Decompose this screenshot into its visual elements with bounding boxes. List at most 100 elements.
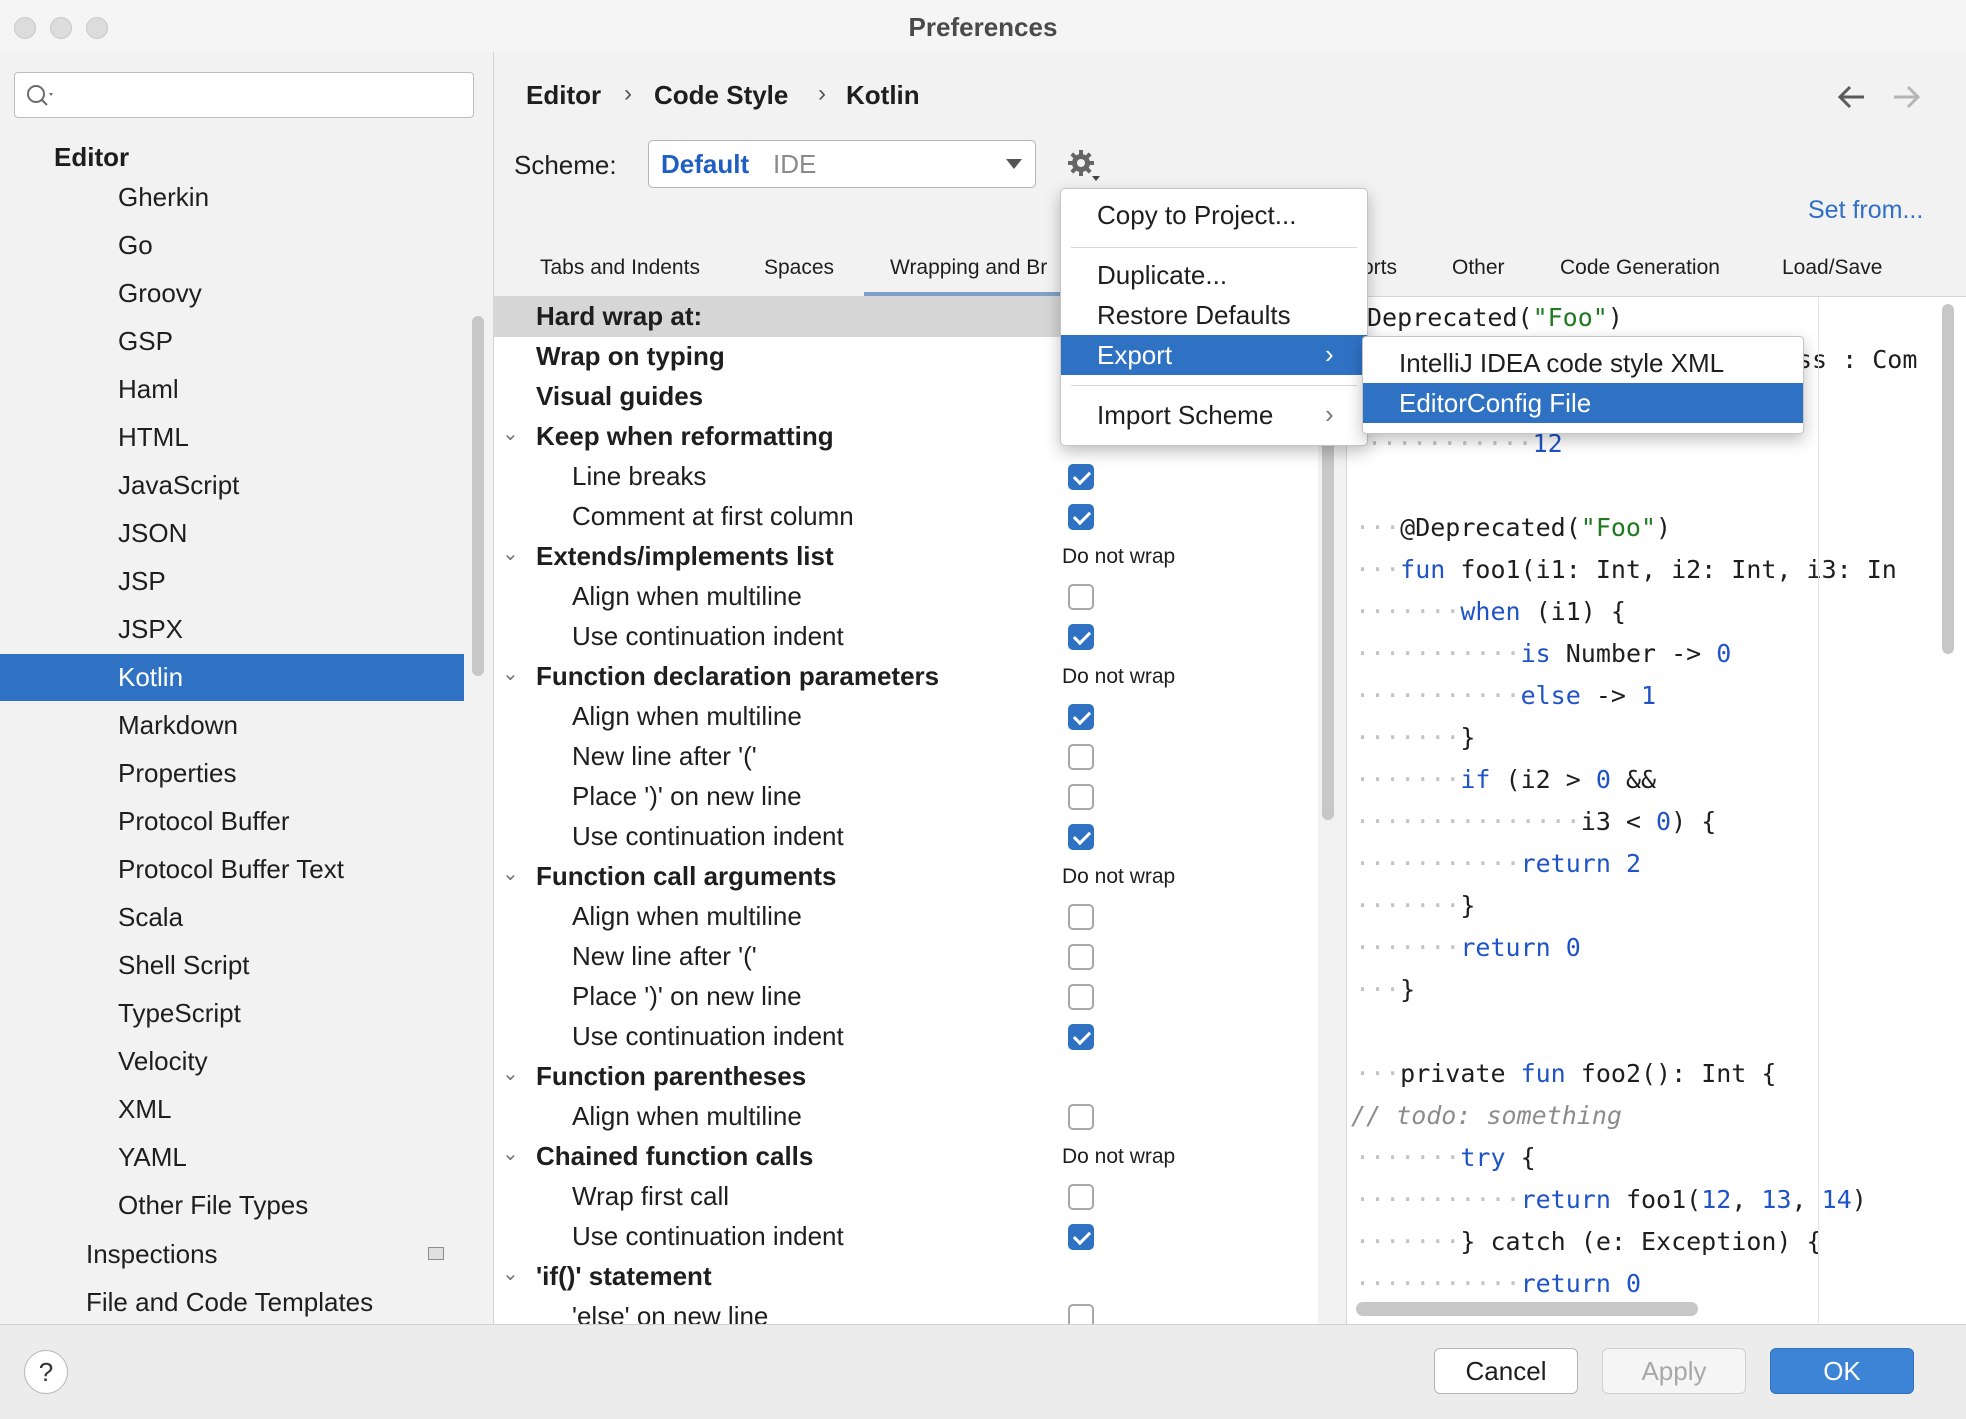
help-button[interactable]: ? [24, 1350, 68, 1394]
sidebar-item-haml[interactable]: Haml [0, 366, 464, 413]
settings-row[interactable]: 'else' on new line [494, 1297, 1318, 1324]
setting-checkbox[interactable] [1068, 944, 1094, 970]
sidebar-item-html[interactable]: HTML [0, 414, 464, 461]
sidebar-item-xml[interactable]: XML [0, 1086, 464, 1133]
settings-row[interactable]: Use continuation indent [494, 617, 1318, 657]
menu-item-copy-to-project[interactable]: Copy to Project... [1061, 195, 1367, 235]
setting-checkbox[interactable] [1068, 624, 1094, 650]
setting-checkbox[interactable] [1068, 1304, 1094, 1324]
sidebar-item-go[interactable]: Go [0, 222, 464, 269]
arrow-right-icon[interactable] [1890, 82, 1922, 112]
settings-row[interactable]: New line after '(' [494, 937, 1318, 977]
sidebar-item-javascript[interactable]: JavaScript [0, 462, 464, 509]
preview-vertical-scrollbar[interactable] [1942, 304, 1954, 654]
settings-group-row[interactable]: ⌄ Function parentheses [494, 1057, 1318, 1097]
submenu-item-editorconfig[interactable]: EditorConfig File [1363, 383, 1803, 423]
sidebar-item-scala[interactable]: Scala [0, 894, 464, 941]
sidebar-item-other-file-types[interactable]: Other File Types [0, 1182, 464, 1229]
wrap-mode-dropdown[interactable]: Do not wrap [1062, 545, 1175, 569]
settings-row[interactable]: Use continuation indent [494, 1017, 1318, 1057]
ok-button[interactable]: OK [1770, 1348, 1914, 1394]
tab-code-generation[interactable]: Code Generation [1560, 256, 1720, 280]
tab-spaces[interactable]: Spaces [764, 256, 834, 280]
setting-checkbox[interactable] [1068, 1024, 1094, 1050]
sidebar-item-protocol-buffer[interactable]: Protocol Buffer [0, 798, 464, 845]
settings-row[interactable]: Wrap first call [494, 1177, 1318, 1217]
setting-checkbox[interactable] [1068, 464, 1094, 490]
setting-checkbox[interactable] [1068, 744, 1094, 770]
settings-row[interactable]: Use continuation indent [494, 817, 1318, 857]
settings-row[interactable]: Use continuation indent [494, 1217, 1318, 1257]
settings-row[interactable]: Align when multiline [494, 1097, 1318, 1137]
sidebar-item-velocity[interactable]: Velocity [0, 1038, 464, 1085]
settings-group-row[interactable]: ⌄ Extends/implements list Do not wrap [494, 537, 1318, 577]
wrap-mode-dropdown[interactable]: Do not wrap [1062, 1145, 1175, 1169]
apply-button[interactable]: Apply [1602, 1348, 1746, 1394]
arrow-left-icon[interactable] [1836, 82, 1868, 112]
collapse-chevron-icon[interactable]: ⌄ [502, 1141, 519, 1166]
scheme-dropdown[interactable]: Default IDE [648, 140, 1036, 188]
settings-row[interactable]: Comment at first column [494, 497, 1318, 537]
settings-group-row[interactable]: ⌄ Function call arguments Do not wrap [494, 857, 1318, 897]
menu-item-export[interactable]: Export › [1061, 335, 1367, 375]
menu-item-import-scheme[interactable]: Import Scheme › [1061, 395, 1367, 435]
wrap-mode-dropdown[interactable]: Do not wrap [1062, 865, 1175, 889]
setting-checkbox[interactable] [1068, 1224, 1094, 1250]
preview-horizontal-scrollbar[interactable] [1356, 1302, 1698, 1316]
settings-row[interactable]: Align when multiline [494, 897, 1318, 937]
sidebar-item-groovy[interactable]: Groovy [0, 270, 464, 317]
cancel-button[interactable]: Cancel [1434, 1348, 1578, 1394]
sidebar-item-json[interactable]: JSON [0, 510, 464, 557]
sidebar-item-jsp[interactable]: JSP [0, 558, 464, 605]
menu-item-duplicate[interactable]: Duplicate... [1061, 255, 1367, 295]
settings-row[interactable]: Place ')' on new line [494, 977, 1318, 1017]
settings-group-row[interactable]: ⌄ Chained function calls Do not wrap [494, 1137, 1318, 1177]
tree-item-inspections[interactable]: Inspections [0, 1231, 464, 1278]
collapse-chevron-icon[interactable]: ⌄ [502, 661, 519, 686]
setting-checkbox[interactable] [1068, 1184, 1094, 1210]
settings-group-row[interactable]: ⌄ 'if()' statement [494, 1257, 1318, 1297]
setting-checkbox[interactable] [1068, 1104, 1094, 1130]
setting-checkbox[interactable] [1068, 984, 1094, 1010]
sidebar-item-shell-script[interactable]: Shell Script [0, 942, 464, 989]
sidebar-item-properties[interactable]: Properties [0, 750, 464, 797]
breadcrumb-code-style[interactable]: Code Style [654, 80, 788, 111]
search-input[interactable] [14, 72, 474, 118]
breadcrumb-editor[interactable]: Editor [526, 80, 601, 111]
setting-checkbox[interactable] [1068, 784, 1094, 810]
sidebar-item-gherkin[interactable]: Gherkin [0, 174, 464, 221]
settings-row[interactable]: Line breaks [494, 457, 1318, 497]
gear-icon[interactable] [1066, 148, 1102, 184]
collapse-chevron-icon[interactable]: ⌄ [502, 1061, 519, 1086]
sidebar-item-kotlin[interactable]: Kotlin [0, 654, 464, 701]
tab-tabs-and-indents[interactable]: Tabs and Indents [540, 256, 700, 280]
wrap-mode-dropdown[interactable]: Do not wrap [1062, 665, 1175, 689]
settings-row[interactable]: New line after '(' [494, 737, 1318, 777]
settings-row[interactable]: Align when multiline [494, 577, 1318, 617]
settings-group-row[interactable]: ⌄ Function declaration parameters Do not w… [494, 657, 1318, 697]
sidebar-item-yaml[interactable]: YAML [0, 1134, 464, 1181]
sidebar-item-gsp[interactable]: GSP [0, 318, 464, 365]
tab-wrapping-and-braces[interactable]: Wrapping and Br [890, 256, 1047, 280]
sidebar-item-protocol-buffer-text[interactable]: Protocol Buffer Text [0, 846, 464, 893]
setting-checkbox[interactable] [1068, 824, 1094, 850]
sidebar-item-jspx[interactable]: JSPX [0, 606, 464, 653]
setting-checkbox[interactable] [1068, 704, 1094, 730]
tab-other[interactable]: Other [1452, 256, 1505, 280]
menu-item-restore-defaults[interactable]: Restore Defaults [1061, 295, 1367, 335]
settings-row[interactable]: Place ')' on new line [494, 777, 1318, 817]
collapse-chevron-icon[interactable]: ⌄ [502, 1261, 519, 1286]
submenu-item-intellij-xml[interactable]: IntelliJ IDEA code style XML [1363, 343, 1803, 383]
setting-checkbox[interactable] [1068, 504, 1094, 530]
sidebar-item-typescript[interactable]: TypeScript [0, 990, 464, 1037]
sidebar-scrollbar[interactable] [472, 316, 484, 676]
collapse-chevron-icon[interactable]: ⌄ [502, 861, 519, 886]
collapse-chevron-icon[interactable]: ⌄ [502, 421, 519, 446]
setting-checkbox[interactable] [1068, 584, 1094, 610]
tree-item-file-templates[interactable]: File and Code Templates [0, 1279, 464, 1326]
settings-row[interactable]: Align when multiline [494, 697, 1318, 737]
tab-load-save[interactable]: Load/Save [1782, 256, 1882, 280]
setting-checkbox[interactable] [1068, 904, 1094, 930]
sidebar-item-markdown[interactable]: Markdown [0, 702, 464, 749]
collapse-chevron-icon[interactable]: ⌄ [502, 541, 519, 566]
